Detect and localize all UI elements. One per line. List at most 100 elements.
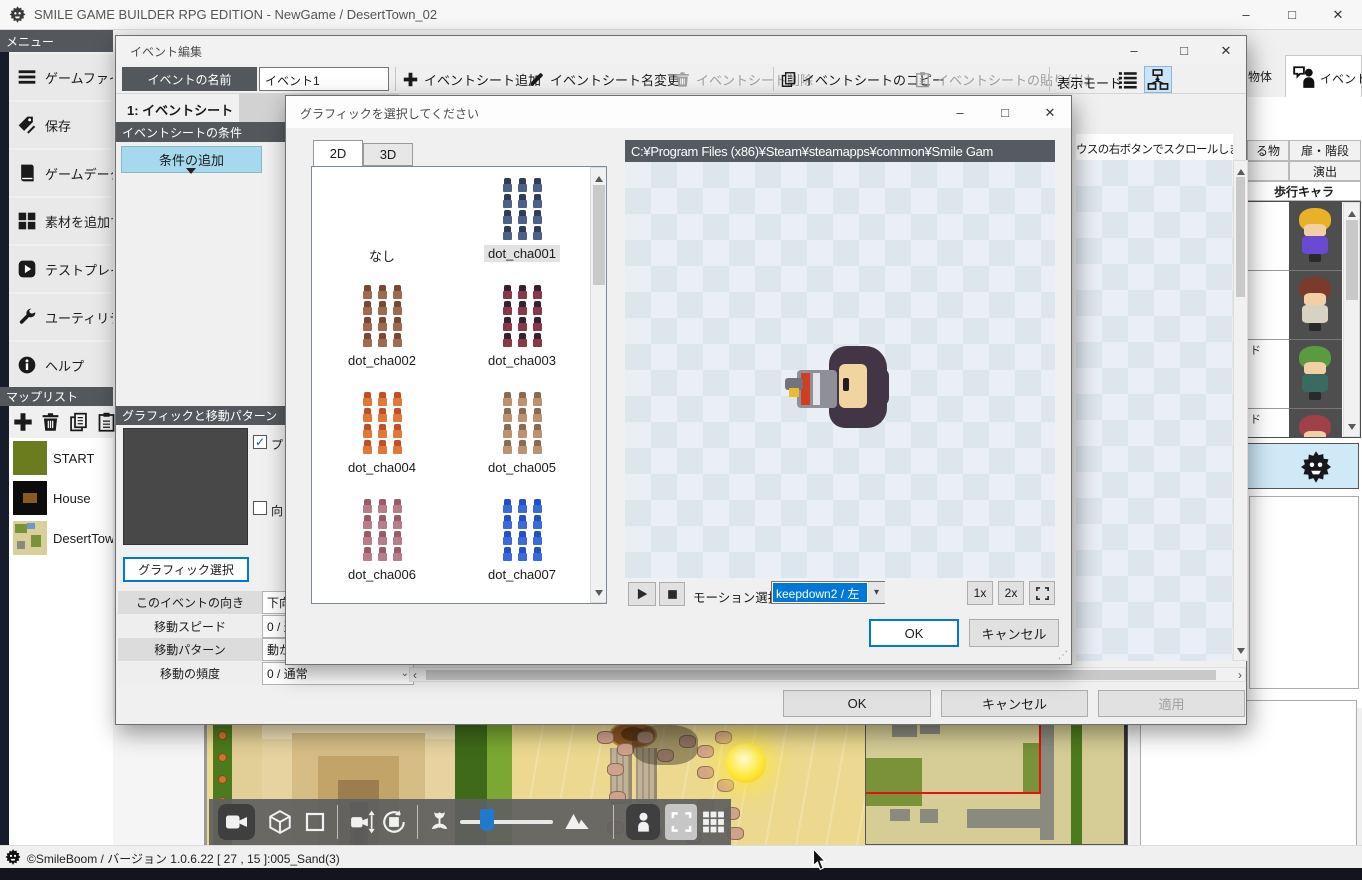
fullscreen-button[interactable] — [1029, 581, 1055, 605]
graphic-item-none[interactable]: なし — [312, 175, 452, 282]
add-sheet-button[interactable]: イベントシート追加 — [402, 67, 541, 91]
graphic-minimize-button[interactable]: – — [942, 100, 978, 125]
grid-toggle-icon[interactable] — [701, 809, 726, 835]
event-preview-canvas[interactable] — [1076, 160, 1233, 661]
camera-height-icon[interactable] — [350, 809, 376, 835]
sidebar-item-4[interactable]: テストプレイ — [9, 246, 113, 292]
event-dialog-titlebar[interactable]: イベント編集 – □ ✕ — [116, 36, 1246, 64]
motion-stop-button[interactable] — [659, 582, 685, 606]
scale-1x-button[interactable]: 1x — [967, 581, 993, 605]
rename-sheet-button[interactable]: イベントシート名変更 — [528, 67, 680, 91]
graphic-item-dot_cha006[interactable]: dot_cha006 — [312, 496, 452, 603]
graphic-list-scrollbar[interactable] — [590, 167, 607, 603]
map-list-item-START[interactable]: START — [9, 438, 113, 478]
event-minimize-button[interactable]: – — [1116, 38, 1152, 63]
zoom-slider-track[interactable] — [460, 820, 553, 824]
graphic-ok-button[interactable]: OK — [869, 619, 959, 647]
graphic-item-dot_cha005[interactable]: dot_cha005 — [452, 389, 592, 496]
square-icon[interactable] — [303, 810, 327, 834]
graphic-item-dot_cha002[interactable]: dot_cha002 — [312, 282, 452, 389]
event-ok-button[interactable]: OK — [783, 690, 931, 717]
walk-character-item-0[interactable] — [1248, 202, 1360, 271]
event-preview-scrollbar[interactable] — [1233, 160, 1248, 661]
copy-map-icon[interactable] — [68, 411, 89, 433]
motion-play-button[interactable] — [628, 582, 656, 606]
camera-rotate-icon[interactable] — [381, 809, 407, 835]
list-view-icon[interactable] — [1117, 69, 1139, 91]
graphic-item-dot_cha001[interactable]: dot_cha001 — [452, 175, 592, 282]
sidebar-item-3[interactable]: 素材を追加する — [9, 198, 113, 244]
view-mode-label: 表示モード — [1057, 73, 1122, 92]
scale-2x-button[interactable]: 2x — [998, 581, 1024, 605]
sidebar-item-1[interactable]: 保存 — [9, 102, 113, 148]
walk-character-item-1[interactable] — [1248, 271, 1360, 340]
resize-grip[interactable]: ⋰ — [1058, 650, 1070, 662]
event-hscrollbar[interactable]: ‹ › — [409, 667, 1246, 682]
wrench-icon — [17, 307, 37, 327]
tab-object[interactable]: 物体 — [1248, 68, 1284, 84]
camera-icon[interactable] — [224, 810, 249, 834]
sprite-preview-canvas[interactable] — [625, 162, 1055, 578]
map-list-item-House[interactable]: House — [9, 478, 113, 518]
flow-view-button[interactable] — [1144, 66, 1172, 93]
select-graphic-button[interactable]: グラフィック選択 — [123, 557, 249, 582]
walk-character-name: ド — [1248, 409, 1289, 438]
book-icon — [17, 163, 37, 183]
paste-map-icon[interactable] — [96, 411, 117, 433]
delete-map-icon[interactable] — [40, 411, 61, 433]
sidebar-item-label: 保存 — [45, 116, 71, 135]
walk-character-list: ドド — [1247, 201, 1361, 438]
preview-character-sprite — [785, 344, 895, 440]
status-bar: ©SmileBoom / バージョン 1.0.6.22 [ 27 , 15 ]:… — [0, 845, 1362, 868]
minimap[interactable] — [865, 723, 1128, 845]
event-cancel-button[interactable]: キャンセル — [941, 690, 1088, 717]
subtab-2[interactable]: 演出 — [1289, 161, 1361, 181]
tab-2d[interactable]: 2D — [313, 140, 363, 166]
camera-toolbar — [209, 799, 731, 845]
graphic-cancel-button[interactable]: キャンセル — [969, 619, 1059, 647]
minimize-button[interactable]: – — [1228, 2, 1264, 27]
graphic-item-dot_cha004[interactable]: dot_cha004 — [312, 389, 452, 496]
event-maximize-button[interactable]: □ — [1166, 38, 1202, 63]
combo-chevron-icon[interactable]: ▾ — [868, 582, 885, 603]
zoom-out-mountain-icon[interactable] — [563, 808, 591, 836]
add-map-icon[interactable] — [12, 411, 34, 433]
event-apply-button[interactable]: 適用 — [1098, 690, 1245, 717]
maximize-button[interactable]: □ — [1274, 2, 1310, 27]
graphic-item-label: dot_cha007 — [484, 566, 560, 583]
sidebar-item-label: ヘルプ — [45, 356, 84, 375]
graphic-list: なしdot_cha001dot_cha002dot_cha003dot_cha0… — [311, 166, 607, 604]
tab-event-label: イベント — [1320, 70, 1362, 87]
motion-combobox[interactable]: keepdown2 / 左 ▾ — [771, 581, 885, 604]
sidebar-item-2[interactable]: ゲームデータを作 — [9, 150, 113, 196]
close-button[interactable]: ✕ — [1320, 2, 1356, 27]
event-name-input[interactable]: イベント1 — [259, 67, 389, 91]
subtab-3[interactable]: 歩行キャラ — [1247, 181, 1361, 201]
subtab-1[interactable]: 扉・階段 — [1289, 140, 1361, 161]
zoom-in-flower-icon[interactable] — [427, 809, 452, 835]
subtab-0[interactable]: る物 — [1247, 140, 1289, 161]
walk-character-item-2[interactable]: ド — [1248, 340, 1360, 409]
zoom-slider-handle[interactable] — [480, 809, 494, 831]
tab-3d[interactable]: 3D — [363, 143, 413, 166]
map-list: STARTHouseDesertTow — [9, 438, 113, 845]
cube-icon[interactable] — [267, 809, 293, 835]
trash-icon — [674, 71, 691, 88]
asset-path-bar: C:¥Program Files (x86)¥Steam¥steamapps¥c… — [625, 140, 1055, 162]
person-icon[interactable] — [632, 809, 655, 835]
fit-brackets-icon[interactable] — [670, 810, 693, 834]
tab-event[interactable]: イベント — [1285, 55, 1362, 97]
sidebar-item-5[interactable]: ユーティリティ — [9, 294, 113, 340]
sidebar-item-0[interactable]: ゲームファイル — [9, 54, 113, 100]
graphic-dialog-titlebar[interactable]: グラフィックを選択してください – □ ✕ — [286, 96, 1071, 128]
walk-character-item-3[interactable]: ド — [1248, 409, 1360, 438]
sidebar-item-6[interactable]: ヘルプ — [9, 342, 113, 388]
graphic-close-button[interactable]: ✕ — [1032, 100, 1068, 125]
sheet-tab[interactable]: 1: イベントシート — [119, 94, 239, 122]
graphic-item-dot_cha003[interactable]: dot_cha003 — [452, 282, 592, 389]
event-close-button[interactable]: ✕ — [1208, 38, 1244, 63]
map-list-item-DesertTow[interactable]: DesertTow — [9, 518, 113, 558]
gear-character-item[interactable] — [1247, 443, 1359, 489]
graphic-item-dot_cha007[interactable]: dot_cha007 — [452, 496, 592, 603]
graphic-maximize-button[interactable]: □ — [987, 100, 1023, 125]
